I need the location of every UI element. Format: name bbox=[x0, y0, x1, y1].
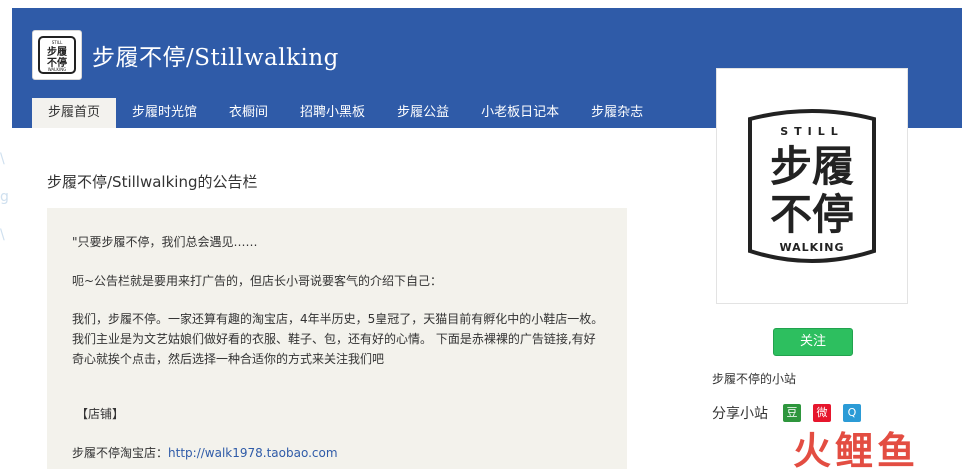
share-label: 分享小站 bbox=[712, 406, 768, 422]
deco-mark: \ bbox=[0, 151, 5, 167]
logo-mark: STILL 步履 不停 WALKING bbox=[38, 36, 76, 74]
board-paragraph: 我们，步履不停。一家还算有趣的淘宝店，4年半历史，5皇冠了，天猫目前有孵化中的小… bbox=[72, 312, 604, 366]
store-link[interactable]: http://walk1978.taobao.com bbox=[168, 446, 338, 460]
site-logo[interactable]: STILL 步履 不停 WALKING bbox=[32, 30, 82, 80]
nav-item-magazine[interactable]: 步履杂志 bbox=[575, 98, 659, 128]
nav-item-home[interactable]: 步履首页 bbox=[32, 98, 117, 128]
deco-mark: g bbox=[0, 189, 9, 205]
nav-item-time-gallery[interactable]: 步履时光馆 bbox=[116, 98, 213, 128]
board-section-heading: 【店铺】 bbox=[76, 407, 125, 421]
logo-still-text: STILL bbox=[780, 125, 844, 138]
site-link[interactable]: 步履不停的小站 bbox=[712, 370, 796, 387]
logo-mark: STILL 步履 不停 WALKING bbox=[748, 109, 876, 263]
store-label: 步履不停淘宝店： bbox=[72, 446, 169, 460]
deco-mark: \ bbox=[0, 227, 5, 243]
logo-small-still: STILL bbox=[52, 40, 63, 45]
nav-item-recruitment[interactable]: 招聘小黑板 bbox=[284, 98, 381, 128]
logo-small-line1: 步履 bbox=[47, 45, 67, 58]
board-store-line: 步履不停淘宝店：http://walk1978.taobao.com bbox=[72, 443, 607, 463]
nav-item-diary[interactable]: 小老板日记本 bbox=[465, 98, 575, 128]
logo-line2: 不停 bbox=[770, 190, 854, 239]
board-paragraph: "只要步履不停，我们总会遇见…… bbox=[72, 235, 258, 249]
logo-line1: 步履 bbox=[770, 142, 854, 191]
site-title[interactable]: 步履不停/Stillwalking bbox=[92, 38, 339, 72]
nav-item-wardrobe[interactable]: 衣橱间 bbox=[213, 98, 284, 128]
watermark-logo: 火鲤鱼 bbox=[793, 429, 920, 473]
nav-item-charity[interactable]: 步履公益 bbox=[381, 98, 465, 128]
logo-walking-text: WALKING bbox=[779, 241, 844, 254]
logo-small-walking: WALKING bbox=[48, 67, 67, 72]
bulletin-board: "只要步履不停，我们总会遇见…… 呃~公告栏就是要用来打广告的，但店长小哥说要客… bbox=[47, 208, 627, 469]
main-nav: 步履首页 步履时光馆 衣橱间 招聘小黑板 步履公益 小老板日记本 步履杂志 bbox=[32, 98, 659, 128]
board-paragraph: 呃~公告栏就是要用来打广告的，但店长小哥说要客气的介绍下自己： bbox=[72, 274, 443, 288]
left-decoration: \ g \ bbox=[0, 150, 18, 260]
sidebar-logo[interactable]: STILL 步履 不停 WALKING bbox=[716, 68, 908, 304]
board-title: 步履不停/Stillwalking的公告栏 bbox=[47, 173, 258, 191]
follow-button[interactable]: 关注 bbox=[773, 328, 853, 356]
